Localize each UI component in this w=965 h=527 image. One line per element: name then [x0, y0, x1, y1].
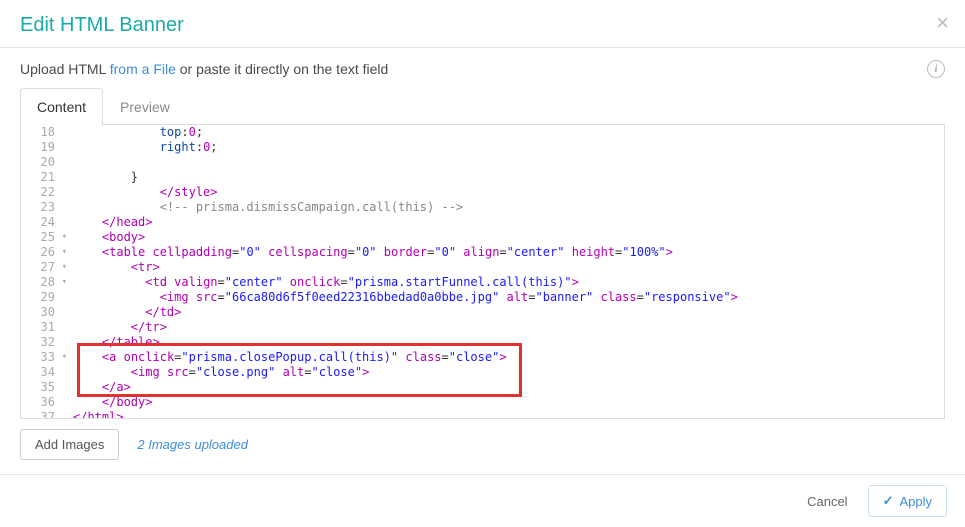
code-content: </head> [69, 215, 944, 230]
check-icon: ✓ [883, 493, 894, 509]
code-line[interactable]: 29 <img src="66ca80d6f5f0eed22316bbedad0… [21, 290, 944, 305]
images-uploaded-text: 2 Images uploaded [137, 437, 248, 452]
gutter-line-number: 20 [21, 155, 69, 170]
tab-preview[interactable]: Preview [103, 88, 187, 125]
tab-content[interactable]: Content [20, 88, 103, 125]
code-content: </style> [69, 185, 944, 200]
code-line[interactable]: 37</html> [21, 410, 944, 419]
upload-prefix: Upload HTML [20, 61, 110, 77]
code-content: </table> [69, 335, 944, 350]
code-content: <img src="66ca80d6f5f0eed22316bbedad0a0b… [69, 290, 944, 305]
code-line[interactable]: 32 </table> [21, 335, 944, 350]
gutter-line-number: 25 [21, 230, 69, 245]
code-line[interactable]: 20 [21, 155, 944, 170]
code-content: </html> [69, 410, 944, 419]
upload-row: Upload HTML from a File or paste it dire… [0, 48, 965, 88]
code-content: </td> [69, 305, 944, 320]
gutter-line-number: 28 [21, 275, 69, 290]
apply-button[interactable]: ✓ Apply [868, 485, 947, 517]
gutter-line-number: 27 [21, 260, 69, 275]
gutter-line-number: 23 [21, 200, 69, 215]
code-line[interactable]: 34 <img src="close.png" alt="close"> [21, 365, 944, 380]
modal-header: Edit HTML Banner × [0, 0, 965, 48]
code-content: right:0; [69, 140, 944, 155]
modal-footer: Cancel ✓ Apply [0, 474, 965, 527]
tabs: Content Preview [20, 88, 945, 125]
code-content: <tr> [69, 260, 944, 275]
code-content: <a onclick="prisma.closePopup.call(this)… [69, 350, 944, 365]
code-line[interactable]: 24 </head> [21, 215, 944, 230]
info-icon[interactable]: i [927, 60, 945, 78]
edit-banner-modal: Edit HTML Banner × Upload HTML from a Fi… [0, 0, 965, 527]
gutter-line-number: 35 [21, 380, 69, 395]
code-content: <!-- prisma.dismissCampaign.call(this) -… [69, 200, 944, 215]
upload-from-file-link[interactable]: from a File [110, 61, 176, 77]
bottom-bar: Add Images 2 Images uploaded [0, 419, 965, 474]
code-content: </tr> [69, 320, 944, 335]
gutter-line-number: 32 [21, 335, 69, 350]
code-line[interactable]: 36 </body> [21, 395, 944, 410]
modal-title: Edit HTML Banner [20, 14, 945, 37]
code-line[interactable]: 22 </style> [21, 185, 944, 200]
code-line[interactable]: 26 <table cellpadding="0" cellspacing="0… [21, 245, 944, 260]
apply-label: Apply [899, 494, 932, 509]
gutter-line-number: 36 [21, 395, 69, 410]
gutter-line-number: 34 [21, 365, 69, 380]
code-line[interactable]: 33 <a onclick="prisma.closePopup.call(th… [21, 350, 944, 365]
code-line[interactable]: 23 <!-- prisma.dismissCampaign.call(this… [21, 200, 944, 215]
code-line[interactable]: 30 </td> [21, 305, 944, 320]
code-line[interactable]: 28 <td valign="center" onclick="prisma.s… [21, 275, 944, 290]
gutter-line-number: 24 [21, 215, 69, 230]
code-content: } [69, 170, 944, 185]
gutter-line-number: 30 [21, 305, 69, 320]
gutter-line-number: 18 [21, 125, 69, 140]
code-content: </body> [69, 395, 944, 410]
code-content: <img src="close.png" alt="close"> [69, 365, 944, 380]
code-content: <table cellpadding="0" cellspacing="0" b… [69, 245, 944, 260]
gutter-line-number: 29 [21, 290, 69, 305]
code-content: </a> [69, 380, 944, 395]
code-line[interactable]: 19 right:0; [21, 140, 944, 155]
code-line[interactable]: 27 <tr> [21, 260, 944, 275]
close-icon[interactable]: × [936, 12, 949, 34]
code-line[interactable]: 21 } [21, 170, 944, 185]
code-content [69, 155, 944, 170]
code-line[interactable]: 18 top:0; [21, 125, 944, 140]
gutter-line-number: 37 [21, 410, 69, 419]
gutter-line-number: 31 [21, 320, 69, 335]
code-line[interactable]: 31 </tr> [21, 320, 944, 335]
cancel-button[interactable]: Cancel [797, 485, 857, 517]
upload-text: Upload HTML from a File or paste it dire… [20, 61, 388, 77]
gutter-line-number: 21 [21, 170, 69, 185]
code-content: <body> [69, 230, 944, 245]
upload-suffix: or paste it directly on the text field [176, 61, 388, 77]
add-images-button[interactable]: Add Images [20, 429, 119, 460]
code-line[interactable]: 35 </a> [21, 380, 944, 395]
gutter-line-number: 22 [21, 185, 69, 200]
code-line[interactable]: 25 <body> [21, 230, 944, 245]
code-content: top:0; [69, 125, 944, 140]
code-content: <td valign="center" onclick="prisma.star… [69, 275, 944, 290]
gutter-line-number: 33 [21, 350, 69, 365]
gutter-line-number: 19 [21, 140, 69, 155]
gutter-line-number: 26 [21, 245, 69, 260]
code-editor[interactable]: 18 top:0;19 right:0;2021 }22 </style>23 … [20, 125, 945, 419]
